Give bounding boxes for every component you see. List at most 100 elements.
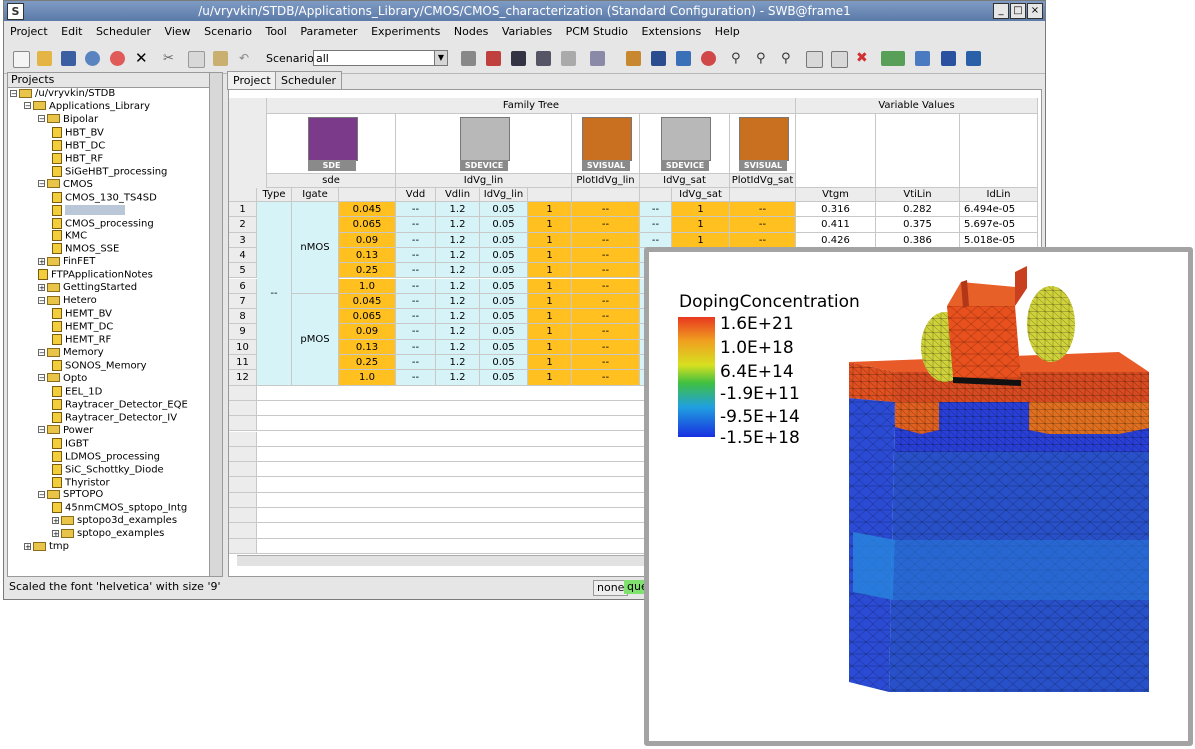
- igate-cell[interactable]: 0.25: [339, 263, 396, 279]
- expand-icon[interactable]: +: [52, 529, 59, 537]
- vdlin-cell[interactable]: 0.05: [480, 355, 528, 371]
- plot-lin-cell[interactable]: --: [572, 247, 640, 264]
- igate-cell[interactable]: 0.09: [339, 232, 396, 248]
- sdevice-tool-icon[interactable]: [460, 117, 510, 161]
- collapse-icon[interactable]: −: [38, 296, 45, 304]
- copy-icon[interactable]: [188, 51, 205, 68]
- tree-item[interactable]: 45nmCMOS_sptopo_Intg: [52, 502, 187, 514]
- collapse-icon[interactable]: −: [38, 374, 45, 382]
- collapse-icon[interactable]: −: [38, 180, 45, 188]
- svisual-tool-icon[interactable]: [739, 117, 789, 161]
- vdd-cell[interactable]: 1.2: [436, 339, 480, 355]
- collapse-icon[interactable]: −: [38, 490, 45, 498]
- vdlin-cell[interactable]: 0.05: [480, 370, 528, 386]
- tree-item[interactable]: + tmp: [24, 541, 69, 553]
- tree-item[interactable]: KMC: [52, 230, 87, 242]
- node-options-icon[interactable]: [561, 51, 576, 66]
- tree-item[interactable]: + FinFET: [38, 256, 95, 268]
- igate-cell[interactable]: 0.065: [339, 309, 396, 325]
- stop-icon[interactable]: [110, 51, 125, 66]
- tree-item[interactable]: SONOS_Memory: [52, 359, 147, 372]
- tree-item[interactable]: HBT_BV: [52, 126, 104, 139]
- row-number[interactable]: 4: [229, 247, 257, 264]
- collapse-icon[interactable]: −: [38, 115, 45, 123]
- tree-item[interactable]: − Bipolar: [38, 114, 98, 126]
- export-icon[interactable]: [831, 51, 848, 68]
- tree-item[interactable]: [52, 204, 125, 217]
- plot-lin-cell[interactable]: --: [572, 293, 640, 310]
- menu-help[interactable]: Help: [715, 25, 740, 38]
- tree-item[interactable]: − Applications_Library: [24, 101, 150, 113]
- tree-item[interactable]: Thyristor: [52, 476, 110, 489]
- add-step-icon[interactable]: [461, 51, 476, 66]
- vdlin-cell[interactable]: 0.05: [480, 278, 528, 294]
- vdd-cell[interactable]: 1.2: [436, 355, 480, 371]
- row-number[interactable]: 7: [229, 293, 257, 310]
- igate-cell[interactable]: 0.13: [339, 247, 396, 264]
- view-files-icon[interactable]: [806, 51, 823, 68]
- tree-item[interactable]: − /u/vryvkin/STDB: [10, 88, 115, 100]
- igate-cell[interactable]: 0.25: [339, 355, 396, 371]
- menu-tool[interactable]: Tool: [265, 25, 286, 38]
- idvg-lin-cell[interactable]: 1: [528, 324, 572, 340]
- menu-project[interactable]: Project: [10, 25, 48, 38]
- row-number[interactable]: 8: [229, 309, 257, 325]
- tree-item[interactable]: Raytracer_Detector_EQE: [52, 398, 188, 411]
- tree-item[interactable]: CMOS_130_TS4SD: [52, 191, 157, 204]
- idvg-lin-cell[interactable]: 1: [528, 278, 572, 294]
- idvg-lin-cell[interactable]: 1: [528, 247, 572, 264]
- projects-scrollbar[interactable]: [209, 73, 222, 576]
- tree-item[interactable]: SiGeHBT_processing: [52, 165, 167, 178]
- igate-cell[interactable]: 0.13: [339, 339, 396, 355]
- menu-nodes[interactable]: Nodes: [454, 25, 488, 38]
- tree-item[interactable]: Raytracer_Detector_IV: [52, 411, 177, 424]
- row-number[interactable]: 3: [229, 232, 257, 248]
- plot-lin-cell[interactable]: --: [572, 217, 640, 233]
- plot-lin-cell[interactable]: --: [572, 309, 640, 325]
- preprocess-icon[interactable]: [626, 51, 641, 66]
- plot-sat-cell[interactable]: --: [730, 202, 796, 218]
- tree-item[interactable]: SiC_Schottky_Diode: [52, 463, 164, 476]
- clean-up-icon[interactable]: ✖: [856, 51, 871, 66]
- close-window-button[interactable]: ×: [1027, 3, 1043, 19]
- row-number[interactable]: 12: [229, 370, 257, 386]
- menu-variables[interactable]: Variables: [502, 25, 552, 38]
- save-icon[interactable]: [61, 51, 76, 66]
- cut-icon[interactable]: ✂: [163, 51, 178, 66]
- maximize-button[interactable]: □: [1010, 3, 1026, 19]
- menu-scheduler[interactable]: Scheduler: [96, 25, 151, 38]
- row-number[interactable]: 9: [229, 324, 257, 340]
- plot-lin-cell[interactable]: --: [572, 278, 640, 294]
- vdd-cell[interactable]: 1.2: [436, 309, 480, 325]
- tree-item[interactable]: + sptopo_examples: [52, 528, 164, 540]
- expand-icon[interactable]: +: [38, 283, 45, 291]
- vdd-cell[interactable]: 1.2: [436, 370, 480, 386]
- vdd-cell[interactable]: 1.2: [436, 293, 480, 310]
- plot-sat-cell[interactable]: --: [730, 232, 796, 248]
- tree-item[interactable]: FTPApplicationNotes: [38, 269, 153, 281]
- idvg-lin-cell[interactable]: 1: [528, 232, 572, 248]
- scenario-select[interactable]: all ▼: [313, 50, 448, 66]
- idvg-sat-cell[interactable]: 1: [672, 217, 730, 233]
- window-titlebar[interactable]: S /u/vryvkin/STDB/Applications_Library/C…: [4, 1, 1045, 21]
- tree-item[interactable]: − SPTOPO: [38, 489, 103, 501]
- menu-experiments[interactable]: Experiments: [371, 25, 440, 38]
- row-number[interactable]: 5: [229, 263, 257, 279]
- collapse-icon[interactable]: −: [10, 89, 17, 97]
- vdlin-cell[interactable]: 0.05: [480, 217, 528, 233]
- tree-item[interactable]: EEL_1D: [52, 385, 102, 398]
- idvg-sat-cell[interactable]: 1: [672, 232, 730, 248]
- plot-sat-cell[interactable]: --: [730, 217, 796, 233]
- idvg-lin-cell[interactable]: 1: [528, 339, 572, 355]
- plot-lin-cell[interactable]: --: [572, 339, 640, 355]
- menu-pcm-studio[interactable]: PCM Studio: [566, 25, 628, 38]
- idvg-lin-cell[interactable]: 1: [528, 309, 572, 325]
- terminal-icon[interactable]: [966, 51, 981, 66]
- collapse-icon[interactable]: −: [38, 426, 45, 434]
- row-number[interactable]: 1: [229, 202, 257, 218]
- statistics-icon[interactable]: [881, 51, 905, 66]
- tree-item[interactable]: HEMT_BV: [52, 308, 112, 320]
- undo-icon[interactable]: ↶: [239, 51, 254, 66]
- menu-parameter[interactable]: Parameter: [300, 25, 357, 38]
- igate-cell[interactable]: 0.065: [339, 217, 396, 233]
